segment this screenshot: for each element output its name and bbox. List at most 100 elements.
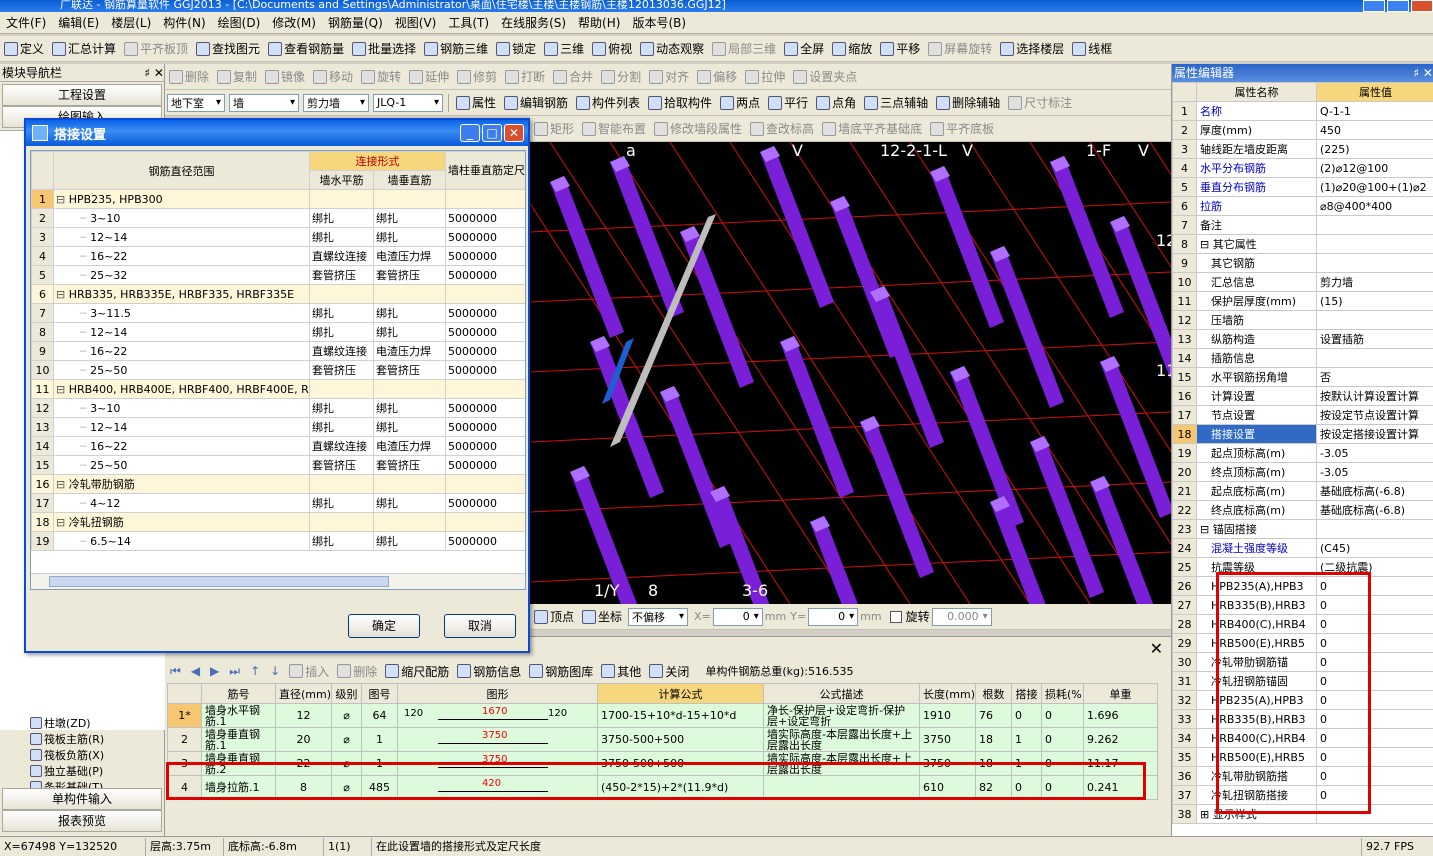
- wall-horizontal-connection[interactable]: 套管挤压: [309, 265, 374, 285]
- lap-row[interactable]: 14 ┄ 16~22 直螺纹连接 电渣压力焊 5000000: [31, 436, 525, 456]
- toolbar3-button[interactable]: 点角: [812, 92, 860, 114]
- toolbar2-button[interactable]: 旋转: [357, 66, 405, 88]
- wall-vertical-connection[interactable]: 绑扎: [373, 398, 446, 418]
- menu-item[interactable]: 工具(T): [442, 14, 495, 31]
- property-value[interactable]: 基础底标高(-6.8): [1316, 500, 1433, 520]
- toolbar3-button[interactable]: 两点: [716, 92, 764, 114]
- property-row[interactable]: 20 终点顶标高(m) -3.05: [1172, 462, 1433, 482]
- lap-row[interactable]: 2 ┄ 3~10 绑扎 绑扎 5000000: [31, 208, 525, 228]
- property-value[interactable]: [1316, 253, 1433, 273]
- property-value[interactable]: (1)⌀20@100+(1)⌀2: [1316, 177, 1433, 197]
- rebar-toolbar-button[interactable]: 钢筋图库: [525, 660, 597, 682]
- lap-row[interactable]: 9 ┄ 16~22 直螺纹连接 电渣压力焊 5000000: [31, 341, 525, 361]
- rebar-toolbar-button[interactable]: 钢筋信息: [453, 660, 525, 682]
- toolbar1-button[interactable]: 局部三维: [708, 38, 780, 60]
- property-row[interactable]: 10 汇总信息 剪力墙: [1172, 272, 1433, 292]
- rebar-lap[interactable]: 0: [1011, 703, 1042, 728]
- rebar-toolbar-button[interactable]: 删除: [333, 660, 381, 682]
- single-component-input-button[interactable]: 单构件输入: [2, 788, 162, 810]
- fixed-length[interactable]: [445, 284, 525, 304]
- fixed-length[interactable]: 5000000: [445, 341, 525, 361]
- property-row[interactable]: 7 备注: [1172, 215, 1433, 235]
- property-value[interactable]: 450: [1316, 120, 1433, 140]
- menu-item[interactable]: 在线服务(S): [495, 14, 572, 31]
- toolbar2-button[interactable]: 复制: [213, 66, 261, 88]
- toolbar2-button[interactable]: 镜像: [261, 66, 309, 88]
- rebar-formula[interactable]: 3750-500+500: [597, 727, 764, 752]
- nav-icon[interactable]: ◀: [186, 664, 205, 678]
- fixed-length[interactable]: [445, 474, 525, 494]
- toolbar3-button[interactable]: 删除辅轴: [932, 92, 1004, 114]
- property-row[interactable]: 5 垂直分布钢筋 (1)⌀20@100+(1)⌀2: [1172, 177, 1433, 197]
- property-row[interactable]: 11 保护层厚度(mm) (15): [1172, 291, 1433, 311]
- wall-horizontal-connection[interactable]: [309, 512, 374, 532]
- rebar-lvl[interactable]: ⌀: [331, 727, 362, 752]
- toolbar3-button[interactable]: 属性: [452, 92, 500, 114]
- toolbar1-button[interactable]: 定义: [0, 38, 48, 60]
- nav-icon[interactable]: ↓: [265, 664, 285, 678]
- wall-horizontal-connection[interactable]: 直螺纹连接: [309, 436, 374, 456]
- rebar-d[interactable]: 12: [275, 703, 332, 728]
- coordinate-snap[interactable]: 坐标: [578, 606, 626, 628]
- menu-item[interactable]: 构件(N): [157, 14, 211, 31]
- property-value[interactable]: (225): [1316, 139, 1433, 159]
- wall-vertical-connection[interactable]: 套管挤压: [373, 455, 446, 475]
- close-icon[interactable]: ✕: [1150, 639, 1163, 658]
- toolbar1-button[interactable]: 缩放: [828, 38, 876, 60]
- rebar-row[interactable]: 2 墙身垂直钢筋.1 20 ⌀ 1 3750 3750-500+500 墙实际高度-本层露出长…: [167, 727, 1158, 752]
- rebar-lap[interactable]: 1: [1011, 727, 1042, 752]
- property-row[interactable]: 22 终点底标高(m) 基础底标高(-6.8): [1172, 500, 1433, 520]
- rebar-formula[interactable]: 1700-15+10*d-15+10*d: [597, 703, 764, 728]
- toolbar1-button[interactable]: 批量选择: [348, 38, 420, 60]
- rebar-name[interactable]: 墙身垂直钢筋.1: [201, 727, 276, 752]
- wall-vertical-connection[interactable]: 绑扎: [373, 208, 446, 228]
- property-value[interactable]: (15): [1316, 291, 1433, 311]
- toolbar1-button[interactable]: 三维: [540, 38, 588, 60]
- property-row[interactable]: 13 纵筋构造 设置插筋: [1172, 329, 1433, 349]
- wall-horizontal-connection[interactable]: 直螺纹连接: [309, 341, 374, 361]
- property-value[interactable]: 按默认计算设置计算: [1316, 386, 1433, 406]
- wall-vertical-connection[interactable]: [373, 512, 446, 532]
- property-value[interactable]: ⌀8@400*400: [1316, 196, 1433, 216]
- property-row[interactable]: 18 搭接设置 按设定搭接设置计算: [1172, 424, 1433, 444]
- property-value[interactable]: (2)⌀12@100: [1316, 158, 1433, 178]
- fixed-length[interactable]: 5000000: [445, 303, 525, 323]
- rebar-w[interactable]: 1.696: [1083, 703, 1158, 728]
- wall-vertical-connection[interactable]: 绑扎: [373, 303, 446, 323]
- rebar-lvl[interactable]: ⌀: [331, 703, 362, 728]
- wall-horizontal-connection[interactable]: 直螺纹连接: [309, 246, 374, 266]
- toolbar2-button[interactable]: 延伸: [405, 66, 453, 88]
- fixed-length[interactable]: 5000000: [445, 360, 525, 380]
- rotate-checkbox[interactable]: [889, 610, 902, 623]
- offset-select[interactable]: 不偏移: [628, 607, 689, 626]
- pin-close-icons[interactable]: ♯ ✕: [1413, 64, 1433, 82]
- wall-vertical-connection[interactable]: 电渣压力焊: [373, 436, 446, 456]
- wall-horizontal-connection[interactable]: 绑扎: [309, 531, 374, 551]
- property-value[interactable]: [1316, 310, 1433, 330]
- wall-horizontal-connection[interactable]: 绑扎: [309, 227, 374, 247]
- menu-item[interactable]: 视图(V): [389, 14, 443, 31]
- wall-vertical-connection[interactable]: 绑扎: [373, 417, 446, 437]
- property-row[interactable]: 17 节点设置 按设定节点设置计算: [1172, 405, 1433, 425]
- toolbar4-button[interactable]: 修改墙段属性: [650, 118, 746, 140]
- menu-item[interactable]: 钢筋量(Q): [322, 14, 389, 31]
- wall-horizontal-connection[interactable]: 绑扎: [309, 417, 374, 437]
- rebar-toolbar-button[interactable]: 其他: [597, 660, 645, 682]
- tree-item[interactable]: 柱墩(ZD): [30, 715, 104, 731]
- toolbar2-button[interactable]: 对齐: [645, 66, 693, 88]
- menu-item[interactable]: 版本号(B): [626, 14, 692, 31]
- y-input[interactable]: 0: [808, 607, 859, 626]
- dialog-h-scrollbar[interactable]: [31, 573, 525, 589]
- lap-row[interactable]: 12 ┄ 3~10 绑扎 绑扎 5000000: [31, 398, 525, 418]
- toolbar2-button[interactable]: 分割: [597, 66, 645, 88]
- wall-horizontal-connection[interactable]: [309, 284, 374, 304]
- property-value[interactable]: [1316, 234, 1433, 254]
- property-row[interactable]: 3 轴线距左墙皮距离 (225): [1172, 139, 1433, 159]
- minimize-button[interactable]: [1363, 0, 1385, 12]
- toolbar1-button[interactable]: 俯视: [588, 38, 636, 60]
- tree-item[interactable]: 独立基础(P): [30, 763, 104, 779]
- property-value[interactable]: Q-1-1: [1316, 101, 1433, 121]
- rebar-toolbar-button[interactable]: 缩尺配筋: [381, 660, 453, 682]
- toolbar2-button[interactable]: 修剪: [453, 66, 501, 88]
- wall-horizontal-connection[interactable]: 绑扎: [309, 398, 374, 418]
